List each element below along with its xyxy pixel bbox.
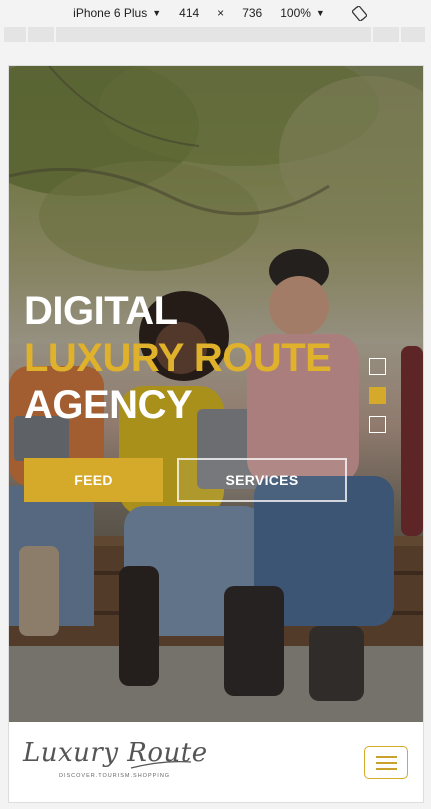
height-field[interactable]: 736 [242, 6, 262, 20]
rotate-icon[interactable] [351, 5, 367, 21]
hero-headline: DIGITAL LUXURY ROUTE AGENCY [24, 288, 332, 429]
brand-logo[interactable]: Luxury Route DISCOVER.TOURISM.SHOPPING [23, 738, 207, 786]
chevron-down-icon: ▼ [152, 8, 162, 18]
hamburger-menu-icon[interactable] [364, 746, 408, 779]
device-toolbar: iPhone 6 Plus ▼ 414 × 736 100% ▼ [0, 0, 431, 44]
bottom-navbar: Luxury Route DISCOVER.TOURISM.SHOPPING [9, 722, 423, 802]
dimension-separator: × [217, 6, 225, 20]
slider-dot-3[interactable] [369, 416, 386, 433]
width-field[interactable]: 414 [179, 6, 199, 20]
logo-swash [130, 761, 192, 769]
hero-section: DIGITAL LUXURY ROUTE AGENCY FEED SERVICE… [9, 66, 423, 722]
device-viewport: DIGITAL LUXURY ROUTE AGENCY FEED SERVICE… [9, 66, 423, 802]
logo-tagline: DISCOVER.TOURISM.SHOPPING [59, 773, 171, 779]
slider-dot-2[interactable] [369, 387, 386, 404]
headline-line-2: LUXURY ROUTE [24, 336, 332, 380]
device-select[interactable]: iPhone 6 Plus ▼ [73, 6, 161, 20]
media-query-ruler [4, 27, 427, 42]
chevron-down-icon: ▼ [315, 8, 325, 18]
feed-button[interactable]: FEED [24, 458, 163, 502]
device-name: iPhone 6 Plus [73, 6, 148, 20]
services-button[interactable]: SERVICES [177, 458, 347, 502]
zoom-value: 100% [280, 6, 311, 20]
zoom-select[interactable]: 100% ▼ [280, 6, 325, 20]
slider-dot-1[interactable] [369, 358, 386, 375]
headline-line-3: AGENCY [24, 383, 193, 427]
headline-line-1: DIGITAL [24, 289, 178, 333]
slider-pagination [369, 358, 387, 445]
